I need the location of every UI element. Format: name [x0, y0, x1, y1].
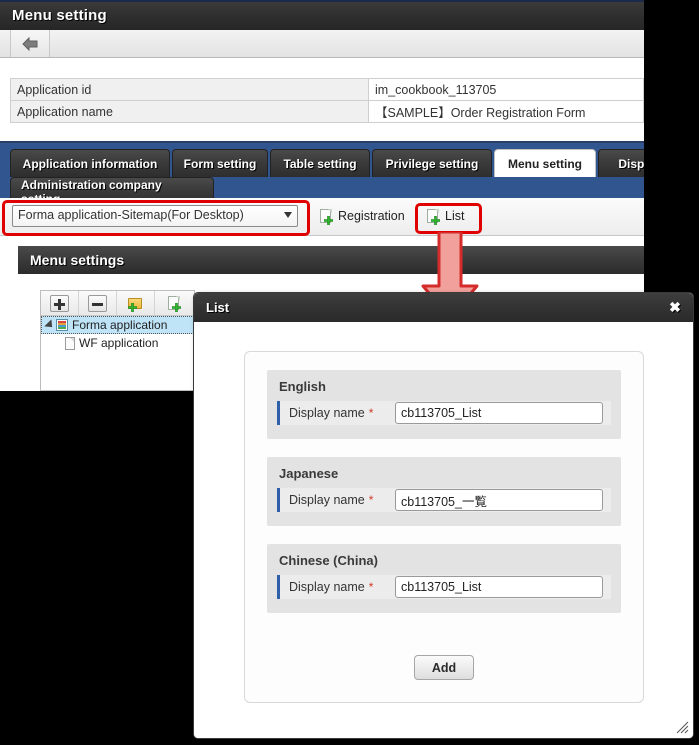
sitemap-icon — [56, 319, 68, 331]
sitemap-select[interactable]: Forma application-Sitemap(For Desktop) — [12, 205, 298, 227]
add-page-icon — [427, 208, 440, 225]
add-button[interactable]: Add — [414, 655, 474, 680]
sitemap-select-value: Forma application-Sitemap(For Desktop) — [18, 208, 244, 222]
collapse-all-button[interactable] — [79, 291, 117, 315]
required-mark: * — [368, 580, 374, 594]
display-name-row: Display name * cb113705_List — [277, 575, 611, 599]
display-name-label: Display name * — [277, 401, 395, 425]
row-label: Application id — [10, 78, 369, 101]
language-form-panel: English Display name * cb113705_List Jap… — [244, 351, 644, 703]
tree-node-label: WF application — [79, 336, 159, 350]
language-group-japanese: Japanese Display name * cb113705_一覧 — [267, 457, 621, 526]
add-folder-icon — [128, 297, 143, 312]
menu-toolbar: Forma application-Sitemap(For Desktop) R… — [0, 198, 644, 236]
tab-table-setting[interactable]: Table setting — [270, 149, 370, 177]
arrow-left-icon — [22, 36, 38, 51]
list-dialog: List ✖ English Display name * cb113705_L… — [193, 292, 694, 739]
language-group-chinese: Chinese (China) Display name * cb113705_… — [267, 544, 621, 613]
tab-menu-setting[interactable]: Menu setting — [494, 149, 596, 177]
expand-all-button[interactable] — [41, 291, 79, 315]
list-button[interactable]: List — [421, 204, 477, 228]
registration-button-label: Registration — [338, 209, 405, 223]
row-label: Application name — [10, 100, 369, 123]
display-name-label: Display name * — [277, 575, 395, 599]
row-value: 【SAMPLE】Order Registration Form — [368, 100, 644, 123]
tree-node-wf-application[interactable]: WF application — [41, 334, 194, 352]
required-mark: * — [368, 493, 374, 507]
tree-toolbar — [41, 291, 194, 316]
minus-icon — [88, 294, 107, 312]
tab-application-information[interactable]: Application information — [10, 149, 170, 177]
add-page-button[interactable] — [155, 291, 193, 315]
table-row: Application id im_cookbook_113705 — [10, 78, 644, 101]
display-name-row: Display name * cb113705_一覧 — [277, 488, 611, 512]
tree-node-forma-application[interactable]: Forma application — [41, 316, 194, 334]
tab-strip: Application information Form setting Tab… — [0, 141, 644, 206]
display-name-input-chinese[interactable]: cb113705_List — [395, 576, 603, 598]
add-page-icon — [320, 208, 333, 225]
screenshot-root: Menu setting Application id im_cookbook_… — [0, 0, 699, 745]
window-title-bar: Menu setting — [0, 0, 644, 30]
dialog-actions: Add — [245, 655, 643, 680]
tab-display-setting[interactable]: Displ — [598, 149, 644, 177]
tab-form-setting[interactable]: Form setting — [172, 149, 268, 177]
display-name-row: Display name * cb113705_List — [277, 401, 611, 425]
registration-button[interactable]: Registration — [314, 204, 412, 228]
chevron-down-icon — [284, 212, 292, 218]
language-title: Japanese — [279, 466, 339, 481]
tree-node-label: Forma application — [72, 318, 168, 332]
add-page-icon — [167, 295, 181, 312]
required-mark: * — [368, 406, 374, 420]
display-name-input-english[interactable]: cb113705_List — [395, 402, 603, 424]
menu-settings-header: Menu settings — [18, 246, 644, 274]
menu-tree-panel: Forma application WF application — [40, 290, 195, 391]
resize-handle-icon[interactable] — [676, 721, 689, 734]
language-title: Chinese (China) — [279, 553, 378, 568]
display-name-input-japanese[interactable]: cb113705_一覧 — [395, 489, 603, 511]
page-title: Menu setting — [12, 7, 107, 24]
plus-icon — [50, 294, 69, 312]
language-group-english: English Display name * cb113705_List — [267, 370, 621, 439]
tab-privilege-setting[interactable]: Privilege setting — [372, 149, 492, 177]
application-info-table: Application id im_cookbook_113705 Applic… — [10, 78, 644, 123]
language-title: English — [279, 379, 326, 394]
display-name-label: Display name * — [277, 488, 395, 512]
add-folder-button[interactable] — [117, 291, 155, 315]
chevron-down-icon[interactable] — [44, 319, 56, 331]
page-icon — [65, 336, 75, 350]
back-button[interactable] — [10, 30, 50, 57]
dialog-title: List — [206, 300, 230, 315]
row-value: im_cookbook_113705 — [368, 78, 644, 101]
table-row: Application name 【SAMPLE】Order Registrat… — [10, 100, 644, 123]
tree-node-list: Forma application WF application — [41, 316, 194, 390]
close-icon[interactable]: ✖ — [667, 300, 683, 316]
list-button-label: List — [445, 209, 465, 223]
navigation-bar — [0, 30, 644, 58]
dialog-title-bar[interactable]: List ✖ — [194, 293, 693, 322]
dialog-body: English Display name * cb113705_List Jap… — [194, 322, 693, 738]
